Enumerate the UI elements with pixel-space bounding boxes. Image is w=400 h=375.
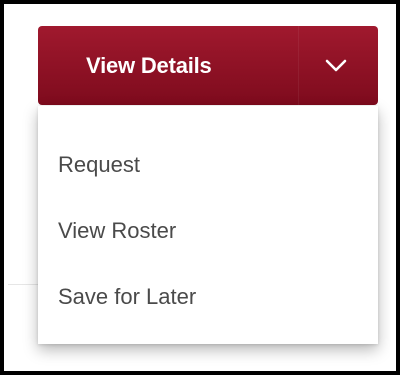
chevron-down-icon[interactable]: [322, 54, 350, 76]
screenshot-frame: View Details Request View Roster Save fo…: [0, 0, 400, 375]
menu-item-save-for-later[interactable]: Save for Later: [58, 282, 196, 312]
menu-item-view-roster[interactable]: View Roster: [58, 216, 176, 246]
dropdown-label: View Details: [86, 53, 212, 78]
dropdown-divider: [298, 26, 299, 105]
view-details-dropdown-button[interactable]: View Details: [38, 26, 378, 105]
background-divider: [8, 284, 38, 285]
menu-item-request[interactable]: Request: [58, 150, 140, 180]
dropdown-menu: Request View Roster Save for Later: [38, 106, 378, 344]
